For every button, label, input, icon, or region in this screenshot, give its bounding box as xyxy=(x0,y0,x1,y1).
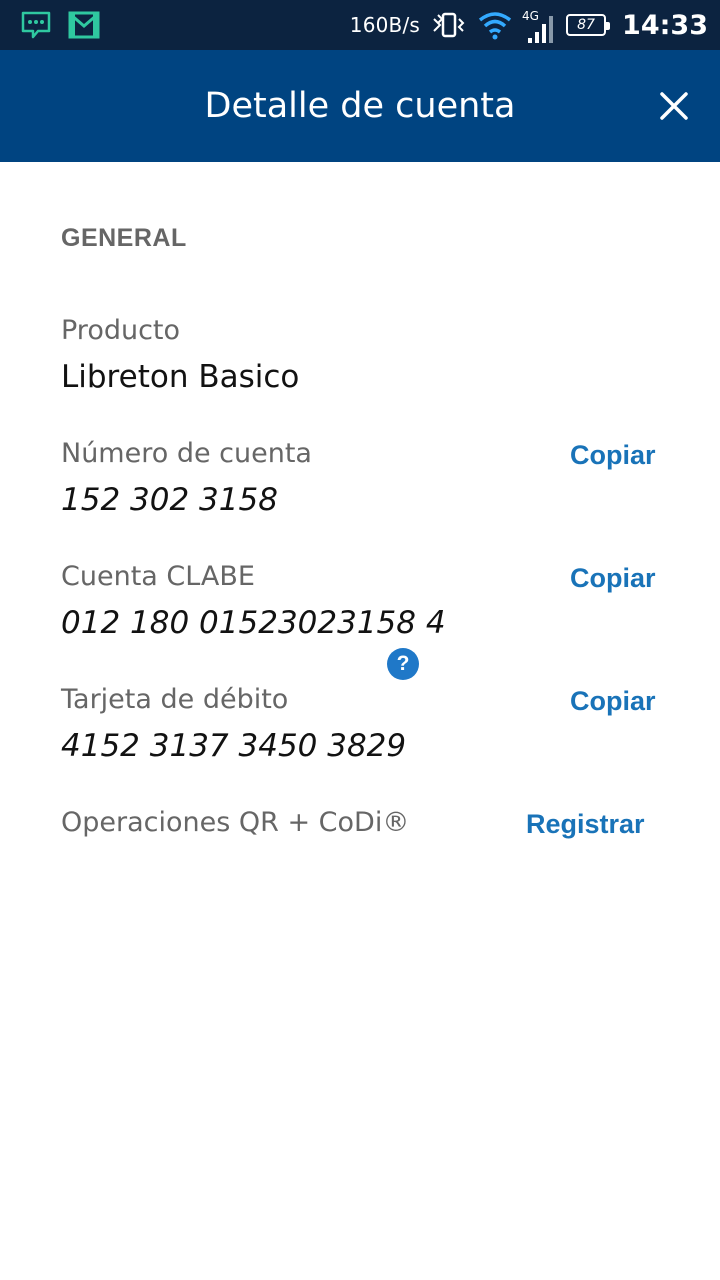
help-icon[interactable]: ? xyxy=(387,648,419,680)
copy-debit-card-button[interactable]: Copiar xyxy=(570,686,656,717)
debit-card-value: 4152 3137 3450 3829 xyxy=(61,728,407,764)
clabe-label: Cuenta CLABE xyxy=(61,561,255,592)
copy-account-number-button[interactable]: Copiar xyxy=(570,440,656,471)
battery-level: 87 xyxy=(577,17,595,33)
wifi-icon xyxy=(478,12,512,40)
section-title-general: GENERAL xyxy=(61,224,187,252)
account-number-value: 152 302 3158 xyxy=(61,482,278,518)
close-icon[interactable] xyxy=(658,90,690,122)
clock: 14:33 xyxy=(622,9,708,41)
network-speed: 160B/s xyxy=(349,13,421,37)
debit-card-label: Tarjeta de débito xyxy=(61,684,289,715)
clabe-value: 012 180 01523023158 4 xyxy=(61,605,446,641)
message-icon xyxy=(21,11,51,39)
copy-clabe-button[interactable]: Copiar xyxy=(570,563,656,594)
product-value: Libreton Basico xyxy=(61,359,300,395)
signal-icon: 4G xyxy=(522,5,556,45)
system-status: 160B/s 4G 87 14:33 xyxy=(350,0,708,50)
product-label: Producto xyxy=(61,315,181,346)
app-bar: Detalle de cuenta xyxy=(0,50,720,162)
notification-icons xyxy=(20,11,100,39)
register-qr-codi-button[interactable]: Registrar xyxy=(526,809,645,840)
status-bar: 160B/s 4G 87 14:33 xyxy=(0,0,720,50)
bluetooth-vibrate-icon xyxy=(433,12,465,38)
battery-icon: 87 xyxy=(566,14,611,36)
account-number-label: Número de cuenta xyxy=(61,438,312,469)
gmail-icon xyxy=(68,11,100,39)
page-title: Detalle de cuenta xyxy=(204,86,516,126)
qr-codi-label: Operaciones QR + CoDi® xyxy=(61,807,410,838)
